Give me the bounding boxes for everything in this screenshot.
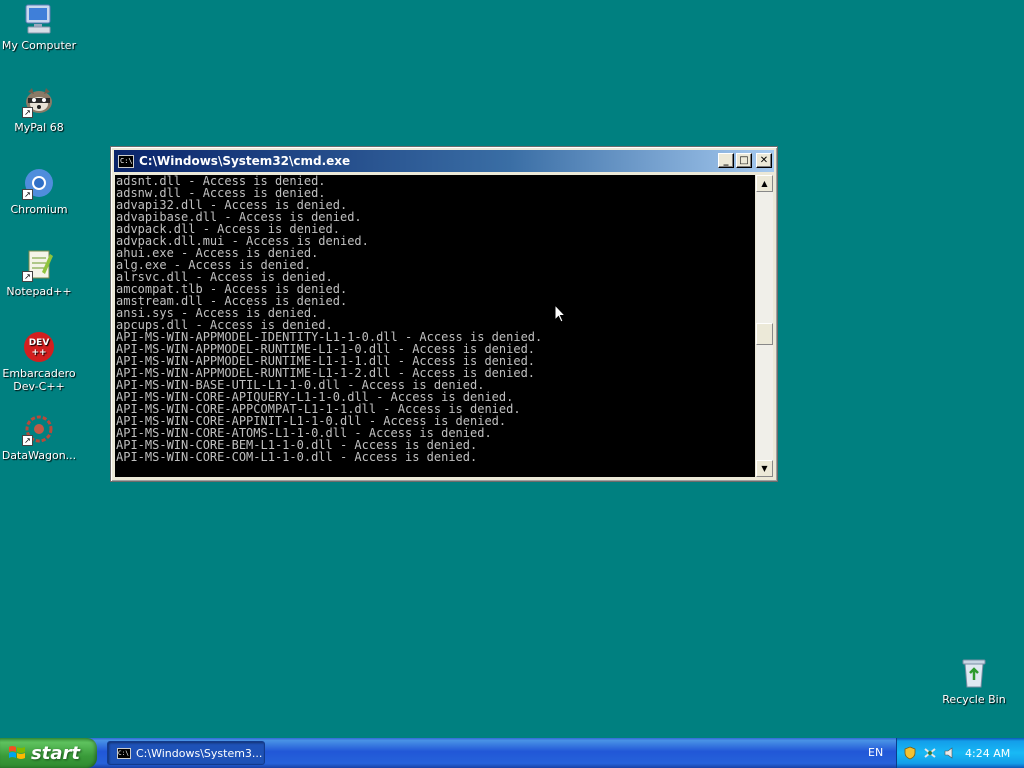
scroll-down-button[interactable]: ▼ [756, 460, 773, 477]
desktop-icon-devcpp[interactable]: DEV ++ Embarcadero Dev-C++ [0, 330, 78, 393]
network-icon[interactable] [923, 746, 937, 760]
desktop-icon-recycle-bin[interactable]: Recycle Bin [935, 656, 1013, 706]
desktop-icon-notepadpp[interactable]: ↗ Notepad++ [0, 248, 78, 298]
clock[interactable]: 4:24 AM [965, 747, 1010, 760]
taskbar-item-label: C:\Windows\System3... [136, 746, 263, 760]
svg-text:++: ++ [31, 348, 46, 358]
window-titlebar[interactable]: C:\ C:\Windows\System32\cmd.exe _ □ ✕ [114, 150, 774, 172]
desktop-icon-label-line2: Dev-C++ [13, 380, 65, 393]
desktop-icon-label: Chromium [10, 203, 68, 216]
desktop-icon-datawagon[interactable]: ↗ DataWagon... [0, 412, 78, 462]
mouse-pointer-icon [554, 304, 566, 323]
window-title: C:\Windows\System32\cmd.exe [139, 154, 351, 168]
security-shield-icon[interactable] [903, 746, 917, 760]
windows-flag-icon [9, 746, 25, 759]
console-lines: adsnt.dll - Access is denied. adsnw.dll -… [115, 175, 755, 463]
shortcut-arrow-icon: ↗ [22, 189, 33, 200]
desktop-icon-mypal[interactable]: ↗ MyPal 68 [0, 84, 78, 134]
start-button[interactable]: start [0, 738, 97, 768]
shortcut-arrow-icon: ↗ [22, 435, 33, 446]
desktop-icon-label: Notepad++ [6, 285, 72, 298]
minimize-button[interactable]: _ [718, 153, 734, 168]
vertical-scrollbar[interactable]: ▲ ▼ [756, 175, 773, 477]
cmd-window[interactable]: C:\ C:\Windows\System32\cmd.exe _ □ ✕ ad… [110, 146, 778, 482]
cmd-window-icon[interactable]: C:\ [118, 154, 134, 168]
computer-icon [22, 2, 56, 36]
datawagon-icon: ↗ [22, 412, 56, 446]
desktop-icon-label-line1: Embarcadero [2, 367, 76, 380]
system-tray: 4:24 AM [896, 738, 1024, 768]
console-line: API-MS-WIN-CORE-COM-L1-1-0.dll - Access … [116, 450, 478, 464]
scroll-thumb[interactable] [756, 323, 773, 345]
desktop-icon-label: DataWagon... [1, 449, 77, 462]
desktop-icon-label: Recycle Bin [942, 693, 1006, 706]
taskbar: start C:\ C:\Windows\System3... EN 4:24 … [0, 738, 1024, 768]
start-label: start [31, 742, 80, 764]
volume-icon[interactable] [943, 746, 957, 760]
desktop-icon-label: MyPal 68 [14, 121, 64, 134]
cmd-task-icon: C:\ [117, 747, 131, 759]
recycle-bin-icon [957, 656, 991, 690]
console-output[interactable]: adsnt.dll - Access is denied. adsnw.dll -… [115, 175, 755, 477]
shortcut-arrow-icon: ↗ [22, 107, 33, 118]
shortcut-arrow-icon: ↗ [22, 271, 33, 282]
chromium-icon: ↗ [22, 166, 56, 200]
taskbar-item-cmd[interactable]: C:\ C:\Windows\System3... [107, 741, 265, 765]
raccoon-icon: ↗ [22, 84, 56, 118]
desktop-icon-my-computer[interactable]: My Computer [0, 2, 78, 52]
scroll-up-button[interactable]: ▲ [756, 175, 773, 192]
svg-text:DEV: DEV [29, 338, 50, 348]
notepadpp-icon: ↗ [22, 248, 56, 282]
desktop-icon-chromium[interactable]: ↗ Chromium [0, 166, 78, 216]
language-indicator[interactable]: EN [868, 738, 883, 768]
devcpp-icon: DEV ++ [22, 330, 56, 364]
desktop-icon-label: My Computer [1, 39, 77, 52]
maximize-button[interactable]: □ [736, 153, 752, 168]
close-button[interactable]: ✕ [756, 153, 772, 168]
